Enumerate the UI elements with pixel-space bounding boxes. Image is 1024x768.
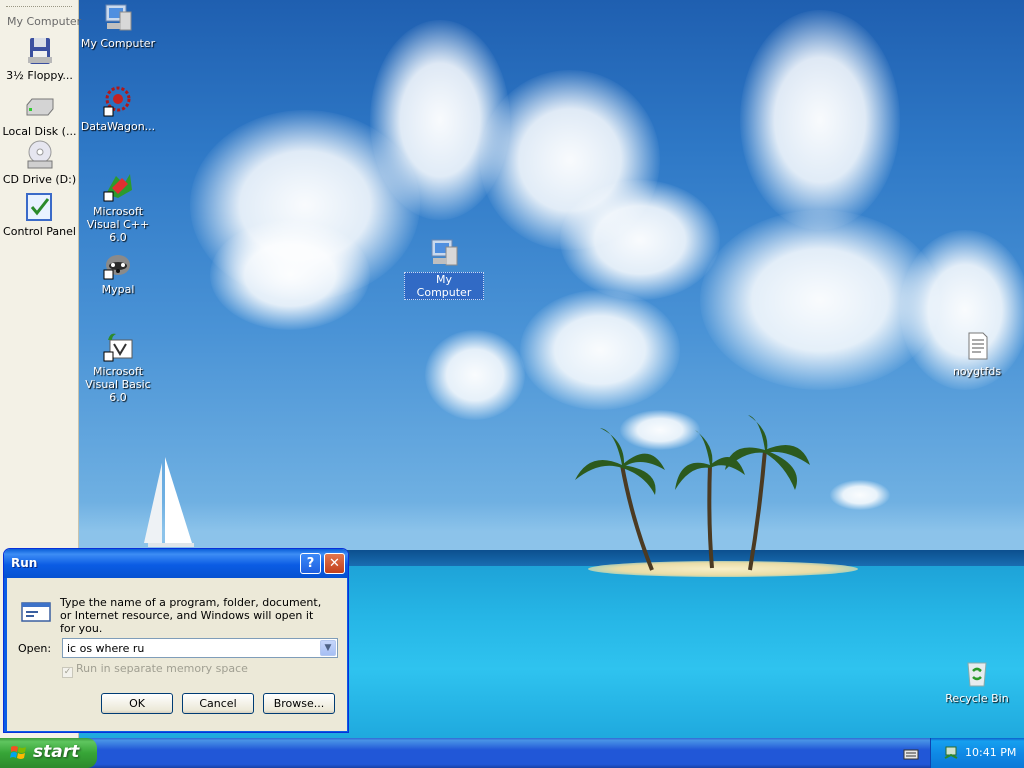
- start-label: start: [33, 742, 80, 762]
- desktop-icon-visual-basic[interactable]: Microsoft Visual Basic 6.0: [78, 330, 158, 404]
- separate-memory-checkbox: ✓ Run in separate memory space: [62, 662, 248, 678]
- separate-memory-label: Run in separate memory space: [76, 662, 248, 675]
- desktop-icon-label: DataWagon...: [80, 120, 156, 133]
- desktop-icon-visual-cpp[interactable]: Microsoft Visual C++ 6.0: [78, 170, 158, 244]
- sailboat: [144, 457, 194, 547]
- desktop-icon-datawagon[interactable]: DataWagon...: [78, 85, 158, 133]
- run-dialog-body: Type the name of a program, folder, docu…: [4, 578, 348, 732]
- browse-button[interactable]: Browse...: [263, 693, 335, 714]
- start-button[interactable]: start: [0, 738, 97, 768]
- run-dialog-title: Run: [11, 556, 38, 570]
- cancel-button[interactable]: Cancel: [182, 693, 254, 714]
- desktop-icon-label: Microsoft Visual Basic 6.0: [85, 365, 151, 404]
- run-dialog-titlebar[interactable]: Run ? ✕: [4, 549, 348, 578]
- toolbar-grip[interactable]: [6, 6, 72, 9]
- floppy-drive-label: 3½ Floppy...: [6, 69, 73, 82]
- run-dialog: Run ? ✕ Type the name of a program, fold…: [3, 548, 349, 733]
- cd-drive-item[interactable]: CD Drive (D:): [0, 139, 79, 186]
- local-disk-label: Local Disk (...: [2, 125, 77, 138]
- visual-cpp-icon: [103, 174, 132, 202]
- datawagon-icon: [103, 86, 131, 117]
- palm-trees: [575, 415, 810, 571]
- desktop-icon-my-computer[interactable]: My Computer: [78, 2, 158, 50]
- cd-drive-label: CD Drive (D:): [2, 173, 77, 186]
- run-icon: [21, 602, 51, 622]
- floppy-drive-icon: [27, 38, 52, 64]
- mypal-browser-icon: [103, 255, 130, 280]
- network-tray-icon[interactable]: [943, 745, 959, 761]
- clock[interactable]: 10:41 PM: [965, 746, 1016, 759]
- ok-button[interactable]: OK: [101, 693, 173, 714]
- my-computer-icon: [431, 239, 458, 266]
- desktop-icon-label: Recycle Bin: [945, 692, 1009, 705]
- explorer-bar-title: My Computer: [7, 15, 82, 28]
- cd-drive-icon: [27, 140, 52, 169]
- hard-disk-icon: [26, 98, 53, 116]
- desktop-icon-label: Microsoft Visual C++ 6.0: [86, 205, 150, 244]
- open-combo-box[interactable]: ic os where ru ▼: [62, 638, 338, 658]
- desktop-icon-recycle-bin[interactable]: Recycle Bin: [937, 657, 1017, 705]
- chevron-down-icon[interactable]: ▼: [320, 640, 336, 656]
- floppy-drive-item[interactable]: 3½ Floppy...: [0, 35, 79, 82]
- desktop-icon-label: My Computer: [404, 272, 484, 300]
- visual-basic-icon: [103, 333, 133, 362]
- taskbar: start 10:41 PM: [0, 738, 1024, 768]
- control-panel-label: Control Panel: [3, 225, 76, 238]
- open-input[interactable]: ic os where ru: [67, 642, 144, 655]
- help-button[interactable]: ?: [300, 553, 321, 574]
- desktop-icon-label: My Computer: [80, 37, 156, 50]
- my-computer-icon: [105, 4, 132, 31]
- text-document-icon: [968, 332, 988, 360]
- local-disk-item[interactable]: Local Disk (...: [0, 91, 79, 138]
- notification-area: 10:41 PM: [930, 738, 1024, 768]
- keyboard-icon[interactable]: [903, 747, 919, 760]
- checkbox-check-icon: ✓: [62, 667, 73, 678]
- windows-logo-icon: [10, 746, 26, 759]
- desktop-icon-label: Mypal: [101, 283, 135, 296]
- run-description: Type the name of a program, folder, docu…: [60, 596, 322, 635]
- recycle-bin-icon: [967, 662, 987, 687]
- desktop-icon-my-computer-selected[interactable]: My Computer: [404, 237, 484, 300]
- control-panel-icon: [25, 193, 52, 221]
- desktop-icon-noygtfds[interactable]: noygtfds: [937, 330, 1017, 378]
- desktop-icon-label: noygtfds: [952, 365, 1002, 378]
- open-label: Open:: [18, 642, 52, 655]
- control-panel-item[interactable]: Control Panel: [0, 191, 79, 238]
- desktop-icon-mypal[interactable]: Mypal: [78, 248, 158, 296]
- close-button[interactable]: ✕: [324, 553, 345, 574]
